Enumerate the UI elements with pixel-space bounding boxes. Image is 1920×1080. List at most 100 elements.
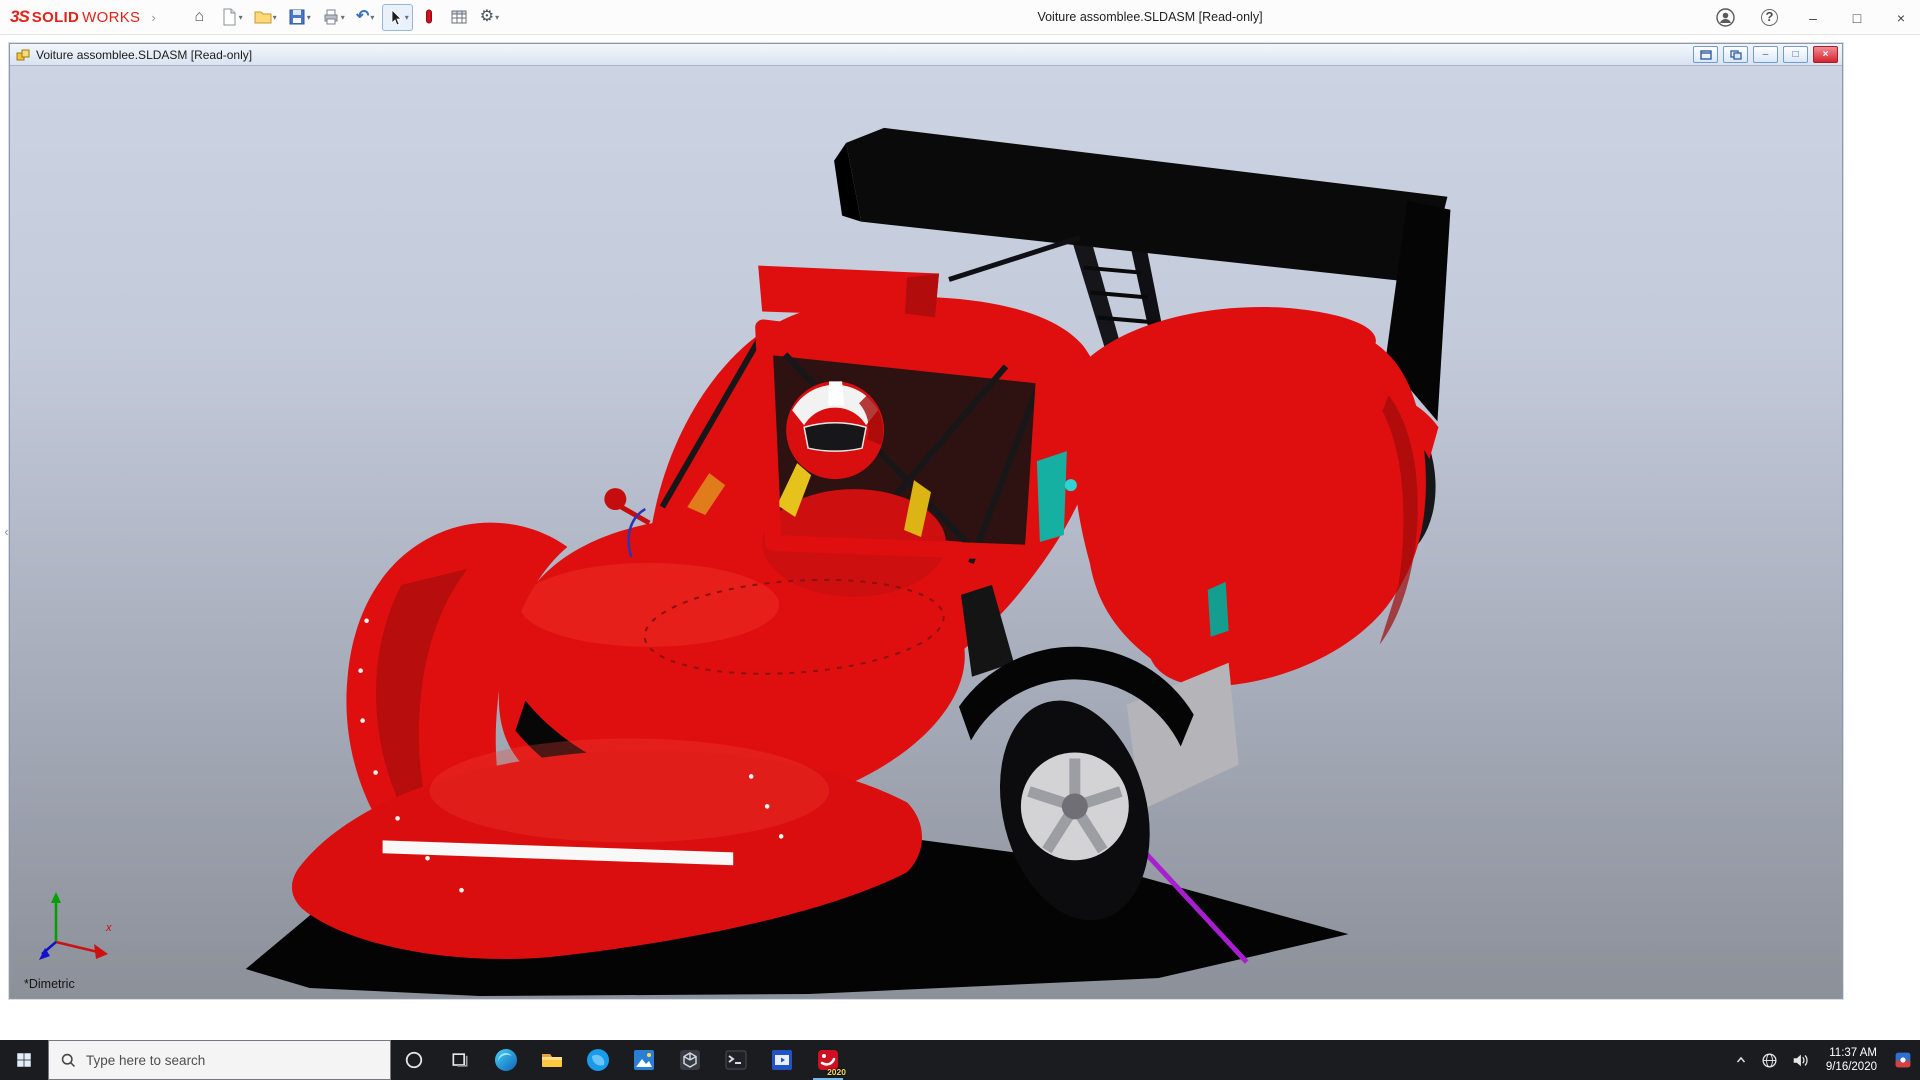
save-icon [289, 9, 305, 25]
browser-icon [587, 1049, 609, 1071]
print-button[interactable]: ▾ [318, 4, 349, 31]
appearance-button[interactable] [416, 4, 443, 31]
taskbar-app-solidworks[interactable]: 2020 [805, 1040, 851, 1080]
chevron-up-icon [1736, 1056, 1745, 1063]
start-button[interactable] [0, 1040, 48, 1080]
network-button[interactable] [1761, 1052, 1778, 1069]
solidworks-logo: 3S SOLID WORKS › [0, 7, 156, 27]
system-tray: 11:37 AM 9/16/2020 [1734, 1046, 1920, 1074]
cyan-marker [1064, 479, 1077, 492]
dropdown-arrow[interactable]: ▾ [273, 13, 277, 22]
file-explorer-icon [542, 1054, 562, 1067]
evaluate-table-button[interactable] [446, 4, 473, 31]
task-view-icon [452, 1053, 468, 1067]
view-orientation-label: *Dimetric [24, 977, 75, 991]
rear-right-bodywork [1074, 307, 1426, 687]
screen: 3S SOLID WORKS › ⌂ ▾ ▾ ▾ ▾ ↶ ▾ ▾ ⚙ ▾ Voi… [0, 0, 1920, 1080]
document-window: Voiture assomblee.SLDASM [Read-only] – □… [9, 43, 1843, 999]
open-button[interactable]: ▾ [250, 4, 281, 31]
side-window-glass [1207, 581, 1229, 637]
doc-window-button-1[interactable] [1693, 46, 1718, 63]
hood-highlight [519, 562, 780, 647]
taskbar-app-terminal[interactable] [713, 1040, 759, 1080]
taskbar-app-cad-viewer[interactable] [667, 1040, 713, 1080]
new-document-button[interactable]: ▾ [216, 4, 247, 31]
quick-access-toolbar: ⌂ ▾ ▾ ▾ ▾ ↶ ▾ ▾ ⚙ ▾ [186, 3, 503, 31]
dropdown-arrow[interactable]: ▾ [239, 13, 243, 22]
edge-icon [495, 1049, 517, 1071]
dropdown-arrow[interactable]: ▾ [341, 13, 345, 22]
car-model[interactable] [245, 127, 1451, 997]
document-controls: – □ × [1693, 46, 1838, 63]
notification-button[interactable] [1894, 1051, 1912, 1069]
brand-solid: SOLID [31, 9, 80, 26]
options-button[interactable]: ⚙ ▾ [476, 4, 503, 31]
search-input[interactable] [86, 1052, 366, 1068]
doc-minimize-button[interactable]: – [1753, 46, 1778, 63]
undo-icon: ↶ [356, 8, 370, 25]
dropdown-arrow[interactable]: ▾ [495, 13, 499, 22]
cortana-button[interactable] [391, 1040, 437, 1080]
taskbar-app-photos[interactable] [621, 1040, 667, 1080]
task-view-button[interactable] [437, 1040, 483, 1080]
cad-cube-icon [680, 1050, 700, 1070]
tray-expand-button[interactable] [1734, 1053, 1748, 1067]
taskbar: 2020 1 [0, 1040, 1920, 1080]
select-arrow-icon [391, 9, 402, 26]
save-button[interactable]: ▾ [284, 4, 315, 31]
dropdown-arrow[interactable]: ▾ [307, 13, 311, 22]
home-button[interactable]: ⌂ [186, 4, 213, 31]
select-tool-button[interactable]: ▾ [381, 3, 413, 31]
app-window-controls: ? – □ × [1716, 0, 1910, 35]
speaker-icon [1793, 1054, 1808, 1067]
doc-window-button-2[interactable] [1723, 46, 1748, 63]
account-icon[interactable] [1716, 8, 1735, 27]
print-icon [324, 9, 338, 25]
cortana-icon [405, 1051, 423, 1069]
gear-icon: ⚙ [479, 8, 495, 25]
window-icon [1699, 49, 1712, 60]
help-icon[interactable]: ? [1761, 9, 1778, 26]
assembly-file-icon [16, 49, 30, 60]
dropdown-arrow[interactable]: ▾ [370, 13, 374, 22]
photos-icon [634, 1050, 654, 1070]
taskbar-app-edge[interactable] [483, 1040, 529, 1080]
app-titlebar: 3S SOLID WORKS › ⌂ ▾ ▾ ▾ ▾ ↶ ▾ ▾ ⚙ ▾ Voi… [0, 0, 1920, 35]
media-app-icon [772, 1050, 792, 1070]
headrest-shade [905, 273, 939, 318]
taskbar-app-browser[interactable] [575, 1040, 621, 1080]
clock-time: 11:37 AM [1829, 1047, 1877, 1059]
doc-close-button[interactable]: × [1813, 46, 1838, 63]
taskbar-app-media[interactable] [759, 1040, 805, 1080]
minimize-button[interactable]: – [1804, 10, 1822, 26]
app-window-title: Voiture assomblee.SLDASM [Read-only] [1037, 10, 1263, 24]
brand-works: WORKS [82, 9, 141, 26]
wing-brace [948, 235, 1081, 282]
undo-button[interactable]: ↶ ▾ [352, 4, 379, 31]
document-title: Voiture assomblee.SLDASM [Read-only] [36, 47, 253, 62]
taskbar-clock[interactable]: 11:37 AM 9/16/2020 [1822, 1046, 1881, 1074]
window-icon [1729, 49, 1742, 60]
home-icon: ⌂ [194, 8, 204, 25]
taskbar-search[interactable] [48, 1040, 391, 1080]
maximize-button[interactable]: □ [1848, 10, 1866, 26]
driver-helmet [786, 381, 885, 480]
model-viewport-scene[interactable] [10, 66, 1842, 998]
doc-restore-button[interactable]: □ [1783, 46, 1808, 63]
new-document-icon [223, 8, 236, 26]
cockpit-side-glass [1036, 451, 1067, 542]
triad-x-label: x [106, 922, 112, 934]
logo-expand-arrow[interactable]: › [151, 10, 155, 25]
appearance-icon [426, 9, 433, 24]
graphics-viewport[interactable]: x *Dimetric [10, 66, 1842, 998]
table-icon [451, 10, 467, 24]
orientation-triad [39, 892, 108, 960]
dassault-3ds-mark: 3S [10, 7, 30, 26]
terminal-icon [725, 1050, 747, 1070]
taskbar-app-file-explorer[interactable] [529, 1040, 575, 1080]
document-titlebar[interactable]: Voiture assomblee.SLDASM [Read-only] – □… [10, 44, 1842, 66]
dropdown-arrow[interactable]: ▾ [405, 13, 409, 22]
close-button[interactable]: × [1892, 10, 1910, 26]
volume-button[interactable] [1791, 1051, 1809, 1069]
network-globe-icon [1762, 1052, 1777, 1068]
